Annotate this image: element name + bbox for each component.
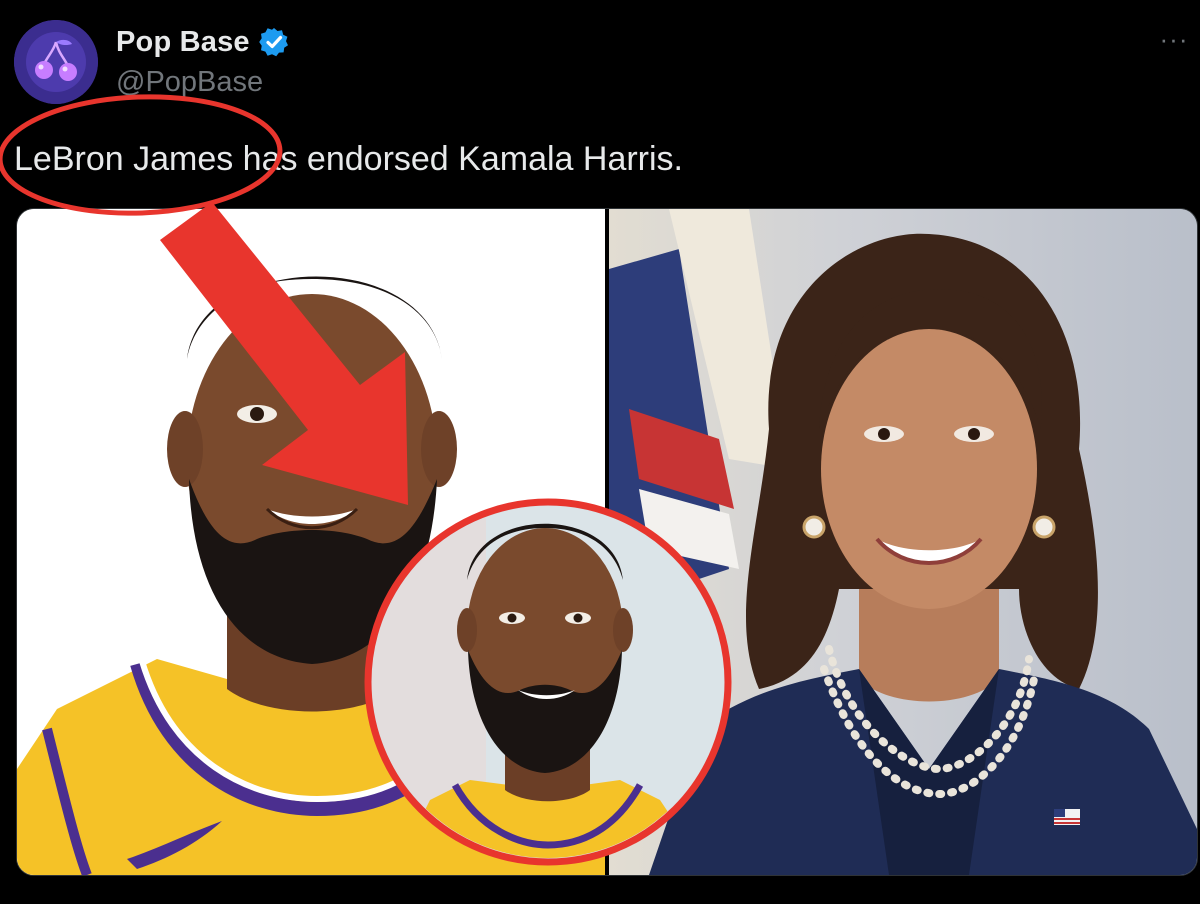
more-options-button[interactable]: ··· [1154, 24, 1194, 54]
lebron-portrait [17, 209, 605, 875]
tweet[interactable]: Pop Base @PopBase ··· LeBron James has e… [0, 0, 1200, 904]
media-image-right[interactable] [609, 209, 1197, 875]
tweet-text: LeBron James has endorsed Kamala Harris. [14, 140, 683, 178]
verified-badge-icon[interactable] [258, 26, 290, 58]
more-horizontal-icon: ··· [1159, 24, 1189, 54]
harris-portrait [609, 209, 1197, 875]
profile-avatar[interactable] [14, 20, 98, 104]
display-name[interactable]: Pop Base [116, 26, 250, 59]
cherry-logo-icon [14, 20, 98, 104]
media-image-left[interactable] [17, 209, 605, 875]
author-handle[interactable]: @PopBase [116, 66, 263, 99]
media-grid[interactable] [16, 208, 1198, 876]
author-row[interactable]: Pop Base [116, 24, 290, 60]
